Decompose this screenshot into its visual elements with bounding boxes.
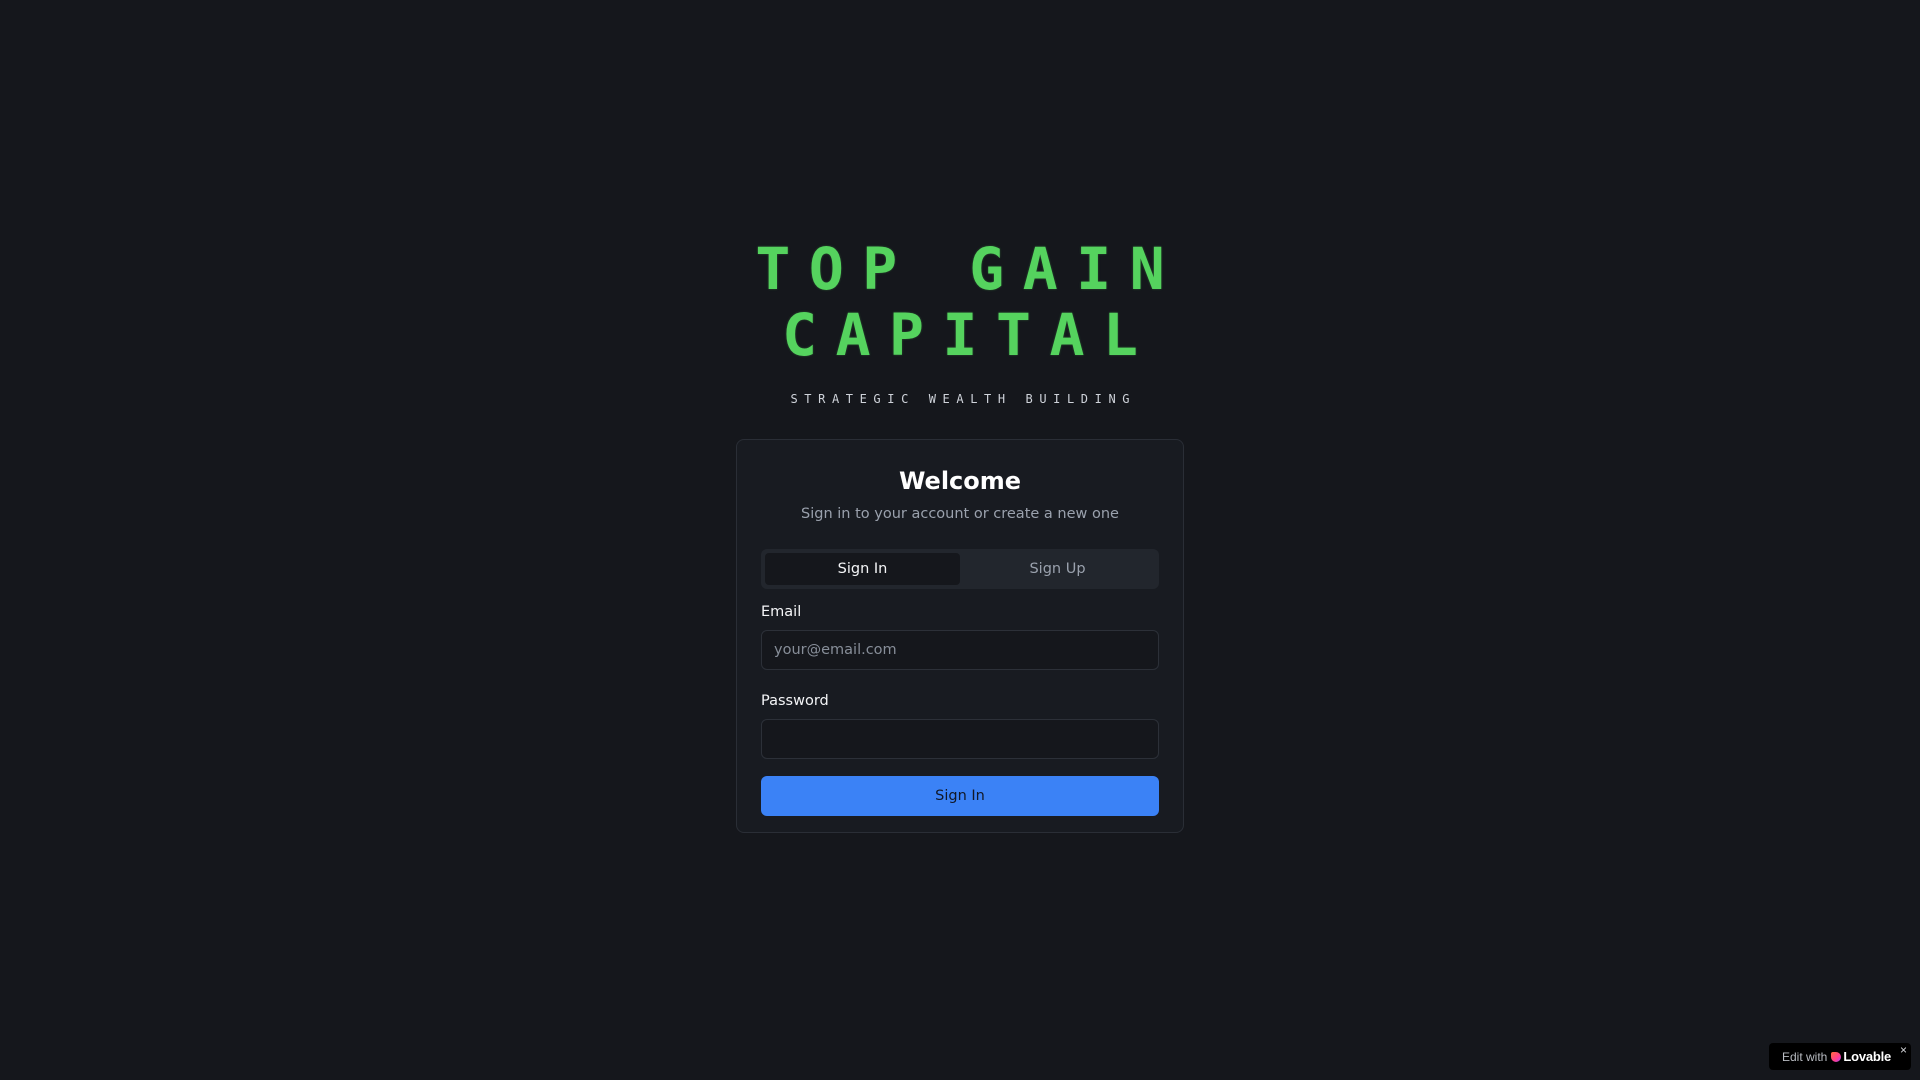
password-label: Password: [761, 693, 829, 709]
lovable-badge[interactable]: Edit with Lovable ×: [1769, 1043, 1911, 1070]
email-field[interactable]: [761, 630, 1159, 670]
sign-in-button[interactable]: Sign In: [761, 776, 1159, 816]
card-subtitle: Sign in to your account or create a new …: [801, 506, 1119, 522]
logo-line-2: CAPITAL: [782, 301, 1157, 369]
brand-tagline: STRATEGIC WEALTH BUILDING: [790, 392, 1137, 406]
badge-brand-text: Lovable: [1843, 1049, 1892, 1064]
lovable-heart-icon: [1831, 1051, 1842, 1062]
logo-line-1: TOP GAIN: [755, 235, 1184, 303]
auth-card: Welcome Sign in to your account or creat…: [736, 439, 1184, 833]
auth-page: TOP GAIN CAPITAL STRATEGIC WEALTH BUILDI…: [0, 0, 1920, 1080]
card-title: Welcome: [898, 467, 1022, 495]
tab-sign-in[interactable]: Sign In: [765, 553, 960, 585]
tab-sign-up[interactable]: Sign Up: [960, 553, 1155, 585]
close-icon[interactable]: ×: [1900, 1044, 1907, 1056]
email-label: Email: [761, 604, 802, 620]
badge-edit-text: Edit with: [1782, 1049, 1828, 1064]
brand-logo: TOP GAIN CAPITAL: [0, 236, 1920, 368]
password-field[interactable]: [761, 719, 1159, 759]
auth-tabs: Sign In Sign Up: [761, 549, 1159, 589]
